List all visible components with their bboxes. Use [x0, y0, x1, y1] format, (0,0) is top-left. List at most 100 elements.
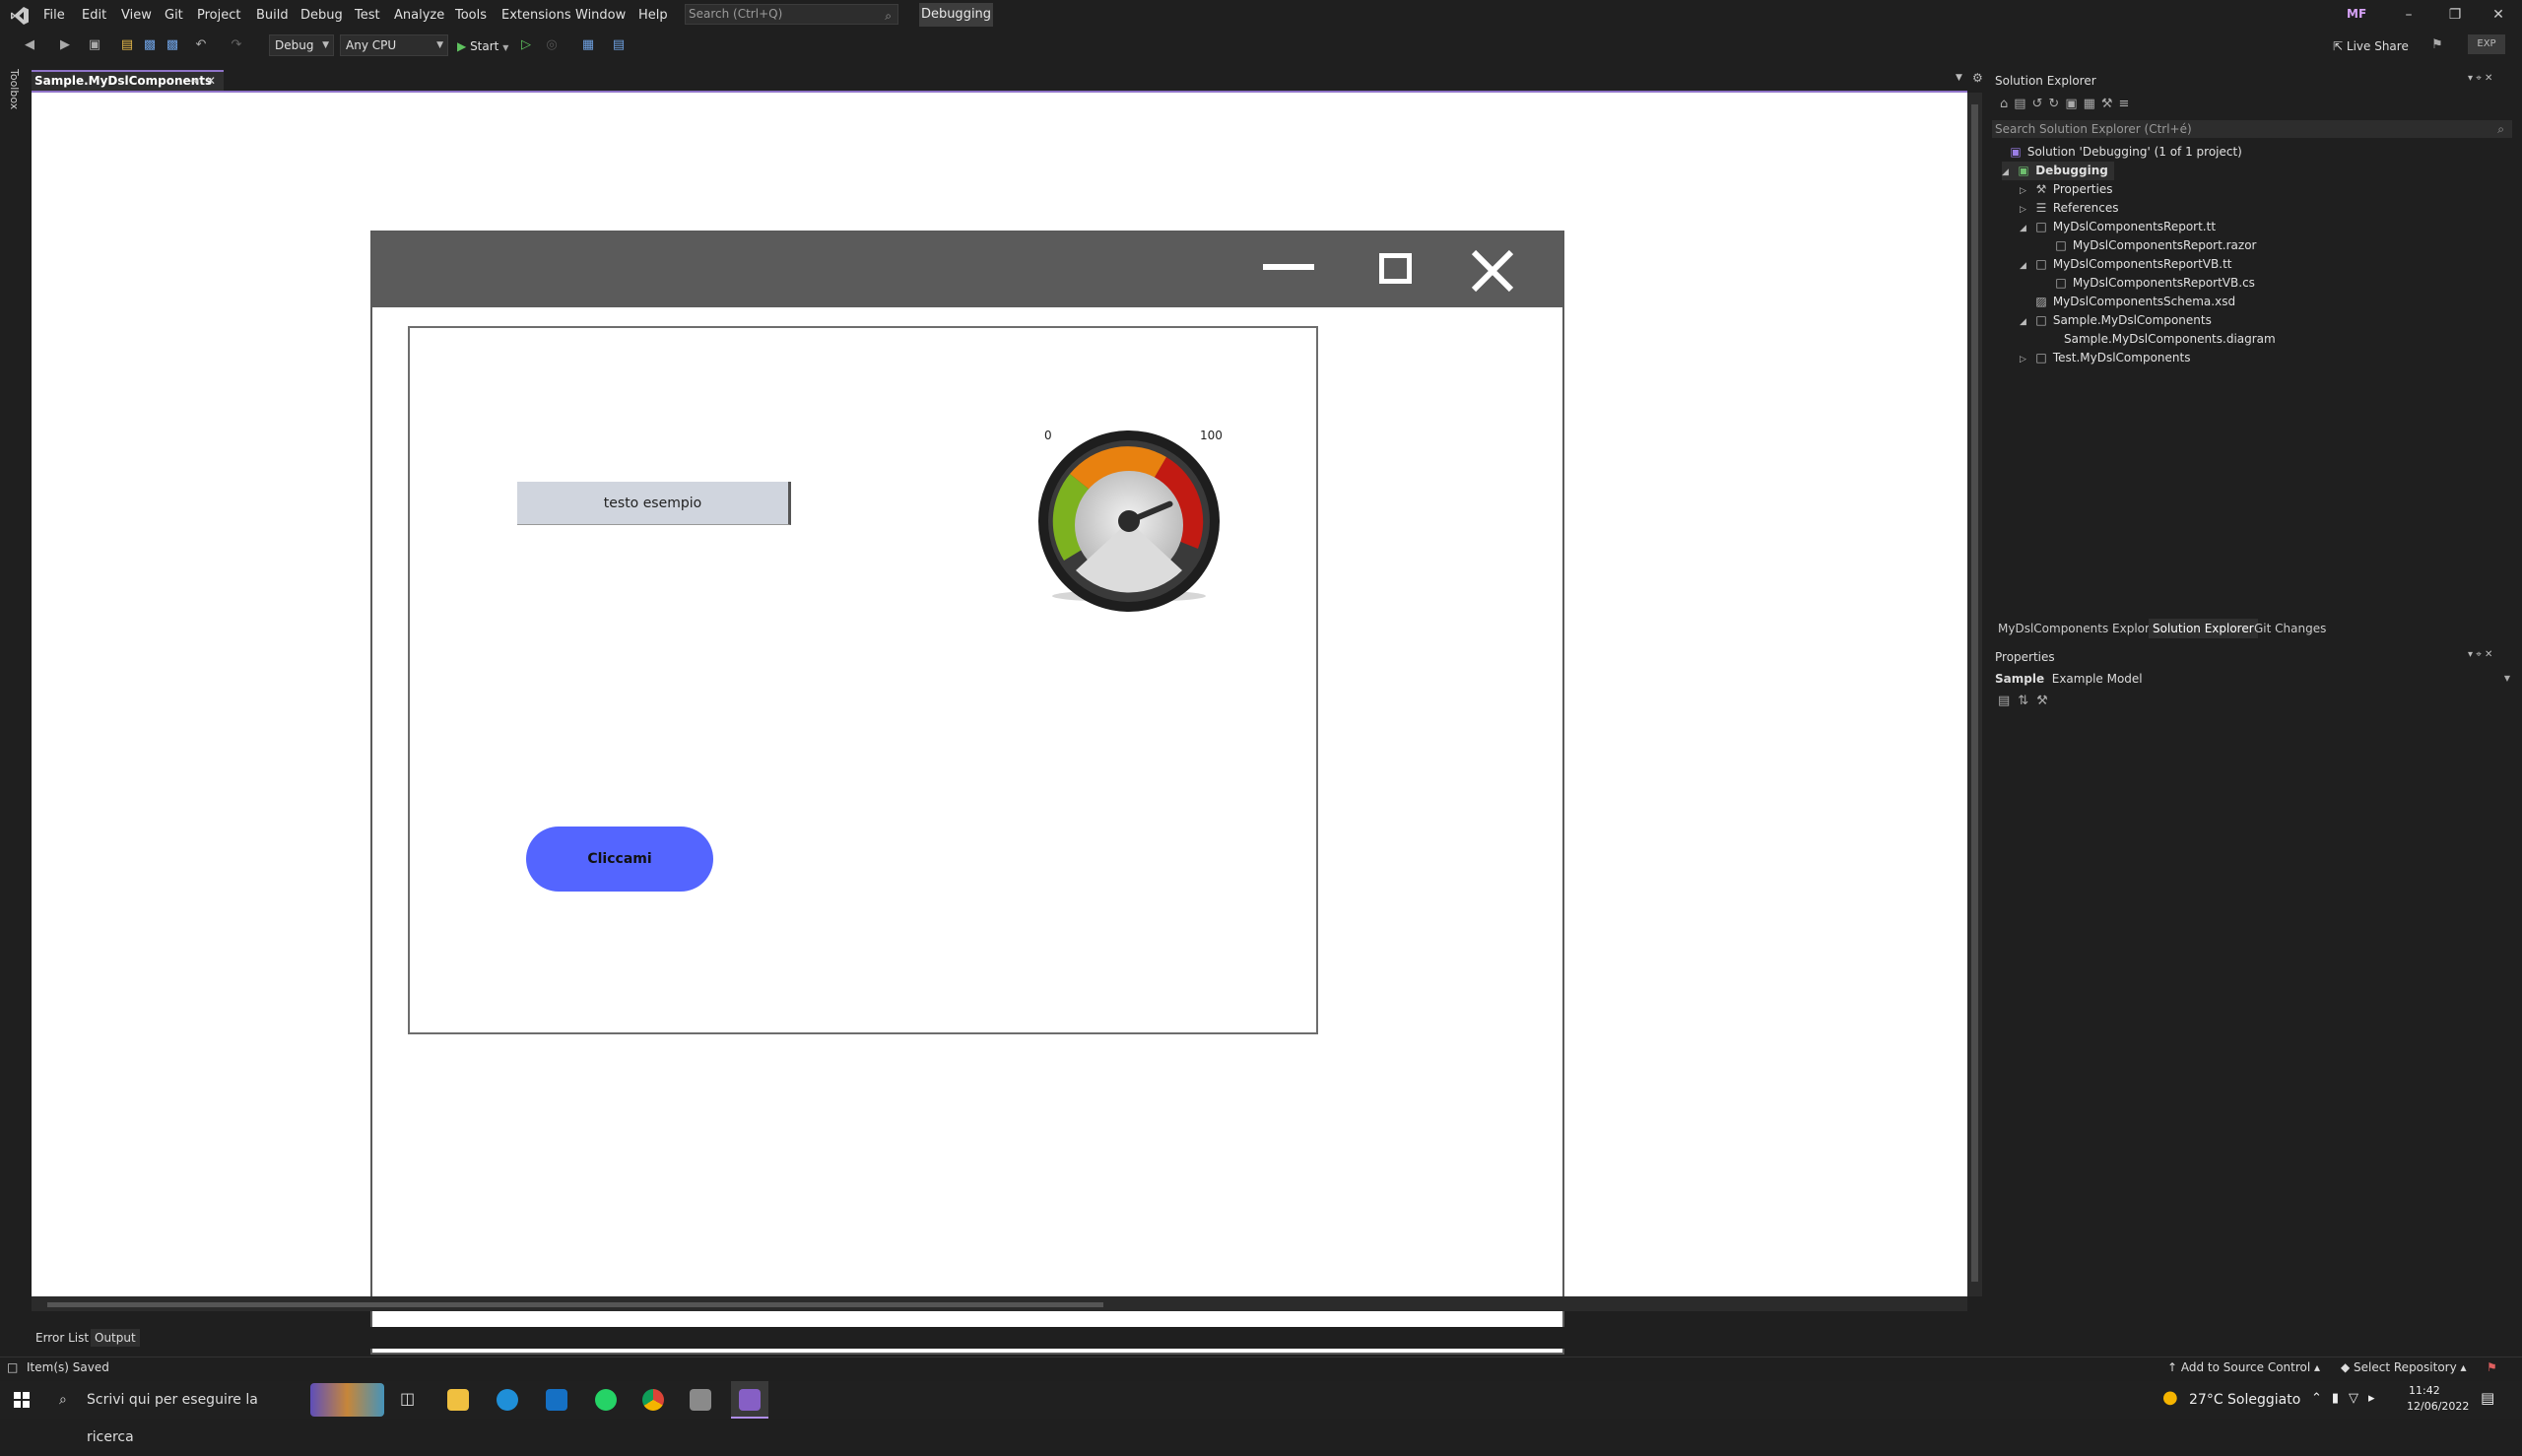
app-icon[interactable] — [690, 1389, 711, 1411]
solution-explorer-search[interactable]: Search Solution Explorer (Ctrl+é) ⌕ — [1992, 120, 2512, 138]
mock-content-panel[interactable]: testo esempio 0 100 Cliccami — [408, 326, 1318, 1034]
add-to-source-control-button[interactable]: ↑ Add to Source Control ▴ — [2167, 1360, 2320, 1374]
menu-help[interactable]: Help — [638, 0, 668, 31]
notification-center-icon[interactable]: ▤ — [2481, 1389, 2494, 1407]
menu-tools[interactable]: Tools — [455, 0, 487, 31]
document-tab-well — [32, 69, 1982, 91]
minimize-button[interactable]: – — [2394, 4, 2423, 26]
save-icon[interactable]: ▩ — [142, 37, 158, 53]
taskbar-search[interactable]: ⌕ Scrivi qui per eseguire la ricerca — [47, 1381, 299, 1445]
new-project-icon[interactable]: ▣ — [87, 37, 102, 53]
undo-icon[interactable]: ↶ — [193, 37, 209, 53]
mock-window[interactable]: testo esempio 0 100 Cliccami — [370, 231, 1564, 1355]
tree-sample-mydslcomponents[interactable]: ◢ □ Sample.MyDslComponents — [2020, 311, 2212, 330]
live-share-button[interactable]: ⇱ Live Share — [2333, 39, 2409, 53]
windows-start-icon[interactable] — [14, 1392, 30, 1408]
visual-studio-icon[interactable] — [739, 1389, 761, 1411]
sample-textbox[interactable]: testo esempio — [517, 482, 791, 525]
menu-extensions[interactable]: Extensions — [501, 0, 571, 31]
menu-window[interactable]: Window — [575, 0, 626, 31]
cliccami-button[interactable]: Cliccami — [526, 827, 713, 892]
tab-error-list[interactable]: Error List — [35, 1329, 89, 1347]
tree-reportvb-tt[interactable]: ◢ □ MyDslComponentsReportVB.tt — [2020, 255, 2231, 274]
select-repository-button[interactable]: ◆ Select Repository ▴ — [2341, 1360, 2467, 1374]
gauge-widget[interactable] — [1030, 423, 1228, 620]
mock-maximize-icon[interactable] — [1379, 253, 1412, 284]
clock-date[interactable]: 12/06/2022 — [2407, 1400, 2469, 1413]
notifications-icon[interactable]: ⚑ — [2487, 1360, 2497, 1374]
start-button[interactable]: ▶ Start ▼ — [457, 35, 508, 57]
platform-select[interactable]: Any CPU ▼ — [340, 34, 448, 56]
tab-overflow-icon[interactable]: ▼ — [1956, 73, 1962, 83]
forward-icon[interactable]: ▶ — [57, 37, 73, 53]
search-input[interactable]: Search (Ctrl+Q) ⌕ — [685, 4, 898, 25]
browse-icon[interactable]: ▦ — [580, 37, 596, 53]
tree-report-razor[interactable]: □ MyDslComponentsReport.razor — [2053, 236, 2256, 255]
system-tray-icons[interactable]: ⌃▮▽▸ — [2311, 1391, 2385, 1406]
edge-icon[interactable] — [497, 1389, 518, 1411]
mock-minimize-icon[interactable] — [1263, 264, 1314, 270]
outlook-icon[interactable] — [546, 1389, 567, 1411]
tree-label: MyDslComponentsReport.razor — [2072, 238, 2257, 252]
menu-git[interactable]: Git — [165, 0, 183, 31]
tree-schema-xsd[interactable]: ▨ MyDslComponentsSchema.xsd — [2033, 293, 2235, 311]
tab-solution-explorer[interactable]: Solution Explorer — [2149, 619, 2258, 638]
whatsapp-icon[interactable] — [595, 1389, 617, 1411]
tree-solution[interactable]: ▣ Solution 'Debugging' (1 of 1 project) — [2008, 143, 2242, 162]
tree-label: MyDslComponentsReportVB.cs — [2072, 276, 2255, 290]
menu-build[interactable]: Build — [256, 0, 289, 31]
close-tab-icon[interactable]: ✕ — [206, 72, 216, 90]
weather-text[interactable]: 27°C Soleggiato — [2189, 1392, 2300, 1408]
properties-object-selector[interactable]: Sample Example Model ▼ — [1995, 670, 2512, 688]
horizontal-scrollbar-thumb[interactable] — [47, 1302, 1103, 1307]
chrome-icon[interactable] — [642, 1389, 664, 1411]
feedback-icon[interactable]: ⚑ — [2429, 37, 2445, 53]
back-icon[interactable]: ◀ — [22, 37, 37, 53]
menu-file[interactable]: File — [43, 0, 65, 31]
tab-git-changes[interactable]: Git Changes — [2250, 619, 2330, 638]
menu-view[interactable]: View — [121, 0, 152, 31]
save-all-icon[interactable]: ▩ — [165, 37, 180, 53]
tree-report-tt[interactable]: ◢ □ MyDslComponentsReport.tt — [2020, 218, 2216, 236]
mock-window-titlebar — [372, 232, 1562, 307]
tab-sample-mydslcomponents[interactable]: Sample.MyDslComponents ⇥ ✕ — [32, 70, 224, 91]
settings-icon[interactable]: ⚙ — [1972, 71, 1983, 85]
tab-mydslcomponents-explorer[interactable]: MyDslComponents Explorer — [1994, 619, 2165, 638]
menu-analyze[interactable]: Analyze — [394, 0, 444, 31]
toolbox-tab[interactable]: Toolbox — [8, 69, 21, 109]
designer-canvas[interactable]: testo esempio 0 100 Cliccami — [32, 93, 1967, 1355]
collapsed-icon: ▷ — [2020, 355, 2026, 364]
start-without-debugging-icon[interactable]: ▷ — [518, 37, 534, 53]
pin-icon[interactable]: ⇥ — [189, 72, 199, 90]
task-view-icon[interactable]: ◫ — [400, 1389, 415, 1408]
panel-options-icon[interactable]: ▾ ⌖ ✕ — [2468, 73, 2492, 84]
menu-edit[interactable]: Edit — [82, 0, 106, 31]
tree-sample-diagram[interactable]: Sample.MyDslComponents.diagram — [2064, 330, 2276, 349]
exp-badge[interactable]: EXP — [2468, 34, 2505, 54]
user-avatar[interactable]: MF — [2347, 7, 2366, 21]
clock-time[interactable]: 11:42 — [2409, 1384, 2440, 1397]
panel-options-icon[interactable]: ▾ ⌖ ✕ — [2468, 649, 2492, 660]
configuration-select[interactable]: Debug ▼ — [269, 34, 334, 56]
tree-references[interactable]: ▷ ☰ References — [2020, 199, 2119, 218]
vertical-scrollbar-thumb[interactable] — [1971, 104, 1978, 1282]
solution-name-badge: Debugging — [919, 3, 993, 27]
solution-explorer-toolbar[interactable]: ⌂▤↺↻▣▦⚒≡ — [2000, 97, 2135, 111]
menu-debug[interactable]: Debug — [300, 0, 343, 31]
redo-icon[interactable]: ↷ — [229, 37, 244, 53]
menu-test[interactable]: Test — [355, 0, 380, 31]
tree-test-mydslcomponents[interactable]: ▷ □ Test.MyDslComponents — [2020, 349, 2190, 367]
tree-properties[interactable]: ▷ ⚒ Properties — [2020, 180, 2112, 199]
tree-reportvb-cs[interactable]: □ MyDslComponentsReportVB.cs — [2053, 274, 2255, 293]
attach-icon[interactable]: ◎ — [544, 37, 560, 53]
mock-close-icon[interactable] — [1471, 249, 1514, 293]
menu-project[interactable]: Project — [197, 0, 240, 31]
layout-icon[interactable]: ▤ — [611, 37, 627, 53]
open-folder-icon[interactable]: ▤ — [119, 37, 135, 53]
tab-output[interactable]: Output — [91, 1329, 140, 1347]
close-button[interactable]: ✕ — [2484, 4, 2513, 26]
properties-toolbar[interactable]: ▤⇅⚒ — [1998, 694, 2056, 708]
restore-button[interactable]: ❐ — [2440, 4, 2470, 26]
file-explorer-icon[interactable] — [447, 1389, 469, 1411]
tree-project-debugging[interactable]: ◢ ▣ Debugging — [2002, 162, 2114, 180]
